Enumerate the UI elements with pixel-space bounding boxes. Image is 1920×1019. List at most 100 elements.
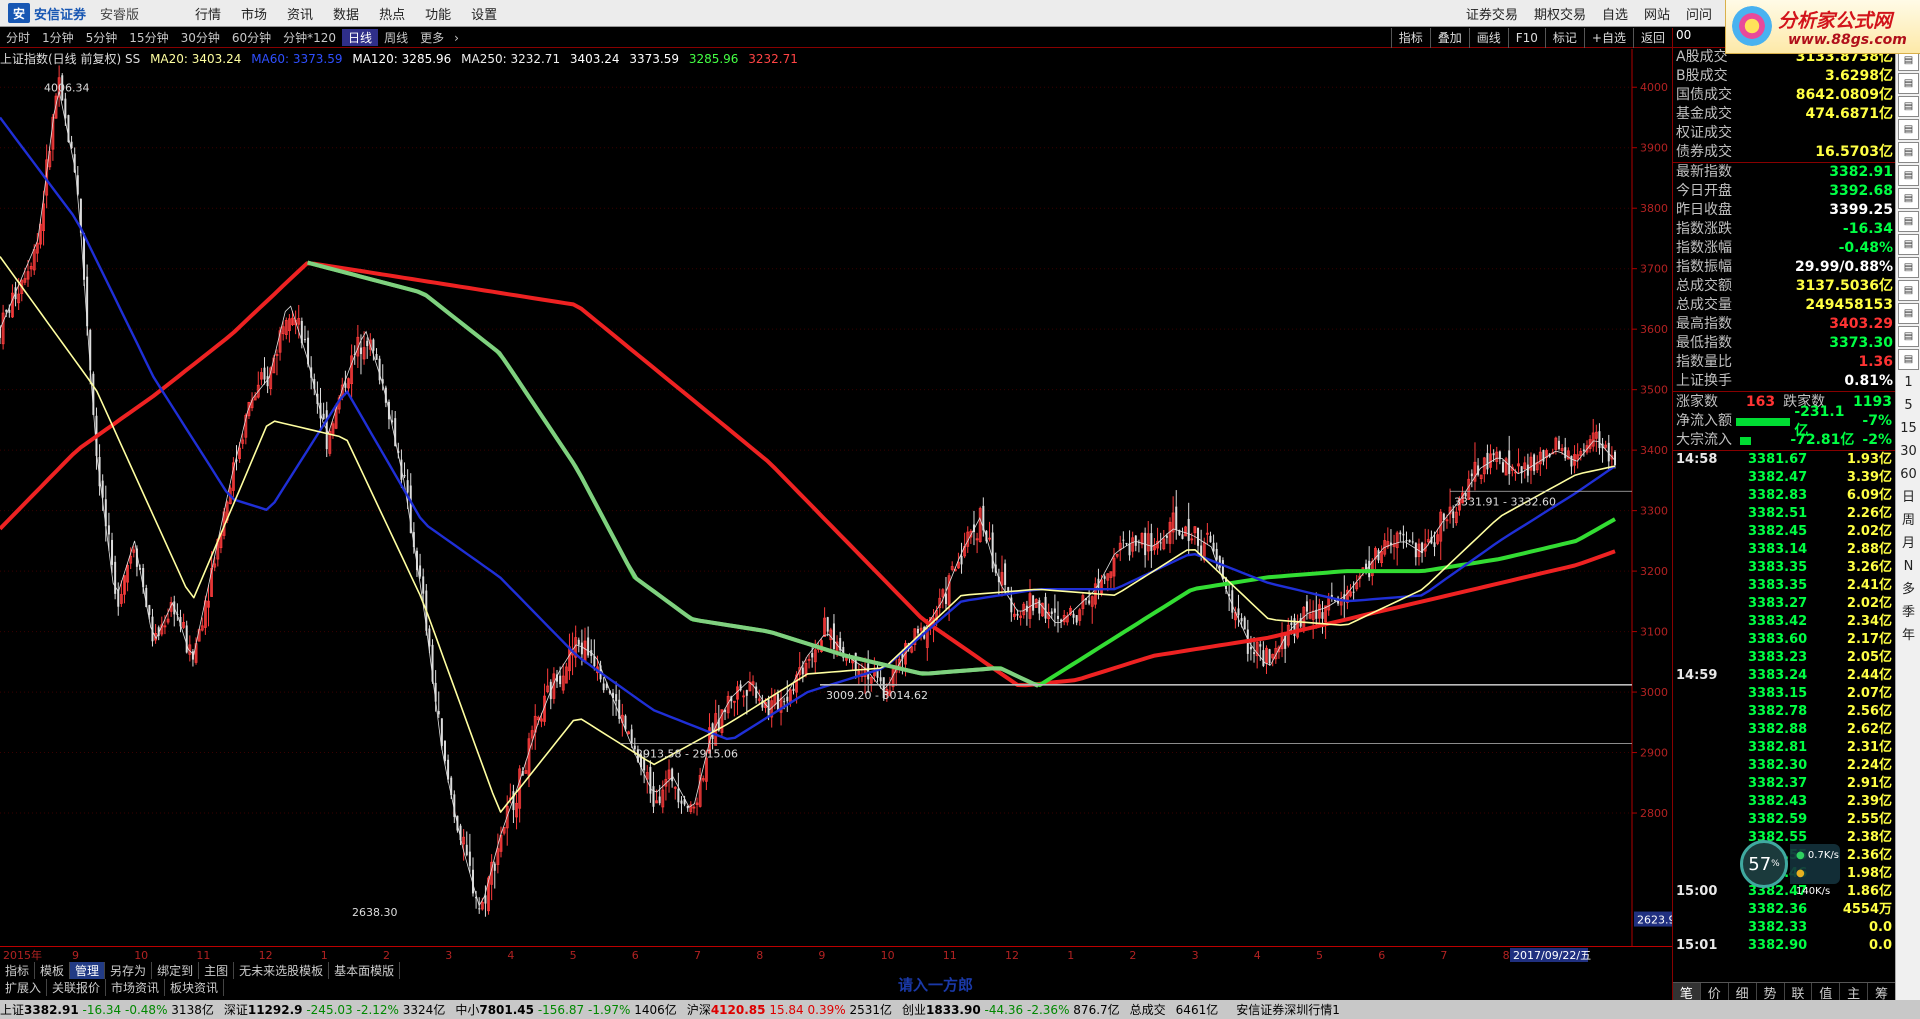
tab-no-future-template[interactable]: 无未来选股模板	[234, 962, 330, 979]
side-cycle-item[interactable]: 多	[1898, 579, 1919, 601]
period-30min[interactable]: 30分钟	[175, 29, 226, 46]
tick-row[interactable]: 3383.42 2.34亿	[1673, 613, 1895, 631]
menu-stock-trade[interactable]: 证券交易	[1458, 4, 1526, 23]
side-cycle-item[interactable]: 季	[1898, 602, 1919, 624]
menu-settings[interactable]: 设置	[461, 4, 507, 23]
period-120min[interactable]: 分钟*120	[277, 29, 342, 46]
grid-icon[interactable]: ▤	[1898, 73, 1919, 94]
tick-row[interactable]: 3382.83 6.09亿	[1673, 487, 1895, 505]
status-sh[interactable]: 上证3382.91 -16.34 -0.48% 3138亿	[0, 1001, 214, 1018]
tick-row[interactable]: 3382.47 3.39亿	[1673, 469, 1895, 487]
menu-news[interactable]: 资讯	[277, 4, 323, 23]
panel-tab[interactable]: 联	[1785, 983, 1813, 1002]
gear-icon[interactable]: ▤	[1898, 188, 1919, 209]
indicator-button[interactable]: 指标	[1390, 28, 1430, 48]
tick-row[interactable]: 3383.27 2.02亿	[1673, 595, 1895, 613]
period-5min[interactable]: 5分钟	[80, 29, 124, 46]
side-period-30[interactable]: 30	[1898, 441, 1919, 463]
tick-row[interactable]: 3382.33 0.0	[1673, 919, 1895, 937]
status-hs300[interactable]: 沪深4120.85 15.84 0.39% 2531亿	[687, 1001, 892, 1018]
period-60min[interactable]: 60分钟	[226, 29, 277, 46]
menu-market[interactable]: 市场	[231, 4, 277, 23]
tick-row[interactable]: 3382.88 2.62亿	[1673, 721, 1895, 739]
menu-watchlist[interactable]: 自选	[1594, 4, 1636, 23]
tick-row[interactable]: 3383.35 3.26亿	[1673, 559, 1895, 577]
tick-row[interactable]: 3383.23 2.05亿	[1673, 649, 1895, 667]
menu-ask[interactable]: 问问	[1678, 4, 1720, 23]
side-period-5[interactable]: 5	[1898, 395, 1919, 417]
panel-tab[interactable]: 价	[1701, 983, 1729, 1002]
menu-functions[interactable]: 功能	[415, 4, 461, 23]
side-cycle-item[interactable]: 周	[1898, 510, 1919, 532]
status-gem[interactable]: 创业1833.90 -44.36 -2.36% 876.7亿	[902, 1001, 1120, 1018]
tab-sector-news[interactable]: 板块资讯	[165, 979, 225, 996]
tick-row[interactable]: 3383.60 2.17亿	[1673, 631, 1895, 649]
tick-row[interactable]: 3382.51 2.26亿	[1673, 505, 1895, 523]
tab-related-quote[interactable]: 关联报价	[47, 979, 107, 996]
flag-icon[interactable]: ▤	[1898, 303, 1919, 324]
panel-tab[interactable]: 细	[1729, 983, 1757, 1002]
tick-row[interactable]: 3382.30 2.24亿	[1673, 757, 1895, 775]
menu-hot[interactable]: 热点	[369, 4, 415, 23]
status-sme[interactable]: 中小7801.45 -156.87 -1.97% 1406亿	[455, 1001, 676, 1018]
panel-tab[interactable]: 笔	[1673, 983, 1701, 1002]
back-button[interactable]: 返回	[1632, 28, 1672, 48]
tick-row[interactable]: 15:01 3382.90 0.0	[1673, 937, 1895, 955]
layout-icon[interactable]: ▤	[1898, 257, 1919, 278]
chevron-right-icon[interactable]: ›	[450, 31, 463, 45]
tick-row[interactable]: 3383.15 2.07亿	[1673, 685, 1895, 703]
panel-tab[interactable]: 值	[1812, 983, 1841, 1002]
tick-row[interactable]: 3383.14 2.88亿	[1673, 541, 1895, 559]
panel-tab[interactable]: 主	[1840, 983, 1869, 1002]
news-icon[interactable]: ▤	[1898, 165, 1919, 186]
tick-row[interactable]: 14:59 3383.24 2.44亿	[1673, 667, 1895, 685]
draw-line-button[interactable]: 画线	[1468, 28, 1508, 48]
panel-tab[interactable]: 筹	[1868, 983, 1896, 1002]
status-sz[interactable]: 深证11292.9 -245.03 -2.12% 3324亿	[224, 1001, 445, 1018]
tab-manage[interactable]: 管理	[70, 962, 106, 979]
tick-row[interactable]: 3382.43 2.39亿	[1673, 793, 1895, 811]
tick-row[interactable]: 3382.45 2.02亿	[1673, 523, 1895, 541]
side-cycle-item[interactable]: 年	[1898, 625, 1919, 647]
user-icon[interactable]: ▤	[1898, 349, 1919, 370]
period-15min[interactable]: 15分钟	[123, 29, 174, 46]
tab-template[interactable]: 模板	[35, 962, 71, 979]
tab-indicator[interactable]: 指标	[0, 962, 36, 979]
calc-icon[interactable]: ▤	[1898, 142, 1919, 163]
clock-icon[interactable]: ▤	[1898, 280, 1919, 301]
side-period-60[interactable]: 60	[1898, 464, 1919, 486]
tick-row[interactable]: 3382.81 2.31亿	[1673, 739, 1895, 757]
tick-row[interactable]: 14:58 3381.67 1.93亿	[1673, 451, 1895, 469]
tick-row[interactable]: 3382.78 2.56亿	[1673, 703, 1895, 721]
tab-market-news[interactable]: 市场资讯	[106, 979, 166, 996]
kline-chart[interactable]: 2800 2900 3000 3100 3200 3300 3400 3500 3600 3700…	[0, 49, 1672, 946]
period-weekly[interactable]: 周线	[378, 29, 414, 46]
tab-extend[interactable]: 扩展入	[0, 979, 48, 996]
star-icon[interactable]: ▤	[1898, 234, 1919, 255]
tab-main-chart[interactable]: 主图	[199, 962, 235, 979]
side-cycle-item[interactable]: 日	[1898, 487, 1919, 509]
tick-row[interactable]: 3382.37 2.91亿	[1673, 775, 1895, 793]
menu-website[interactable]: 网站	[1636, 4, 1678, 23]
menu-option-trade[interactable]: 期权交易	[1526, 4, 1594, 23]
tick-row[interactable]: 3382.36 4554万	[1673, 901, 1895, 919]
side-period-15[interactable]: 15	[1898, 418, 1919, 440]
chart-icon[interactable]: ▤	[1898, 96, 1919, 117]
status-source[interactable]: 安信证券深圳行情1	[1236, 1001, 1340, 1018]
side-cycle-item[interactable]: 月	[1898, 533, 1919, 555]
side-period-1[interactable]: 1	[1898, 372, 1919, 394]
tick-row[interactable]: 3382.59 2.55亿	[1673, 811, 1895, 829]
add-watchlist-button[interactable]: +自选	[1583, 28, 1633, 48]
period-more[interactable]: 更多	[414, 29, 450, 46]
info-icon[interactable]: ▤	[1898, 211, 1919, 232]
mark-button[interactable]: 标记	[1544, 28, 1584, 48]
list-icon[interactable]: ▤	[1898, 119, 1919, 140]
tab-fundamental-template[interactable]: 基本面模版	[329, 962, 401, 979]
menu-quotes[interactable]: 行情	[185, 4, 231, 23]
tab-save-as[interactable]: 另存为	[105, 962, 153, 979]
period-timeshare[interactable]: 分时	[0, 29, 36, 46]
panel-tab[interactable]: 势	[1757, 983, 1785, 1002]
bell-icon[interactable]: ▤	[1898, 326, 1919, 347]
tab-bind-to[interactable]: 绑定到	[152, 962, 200, 979]
menu-data[interactable]: 数据	[323, 4, 369, 23]
